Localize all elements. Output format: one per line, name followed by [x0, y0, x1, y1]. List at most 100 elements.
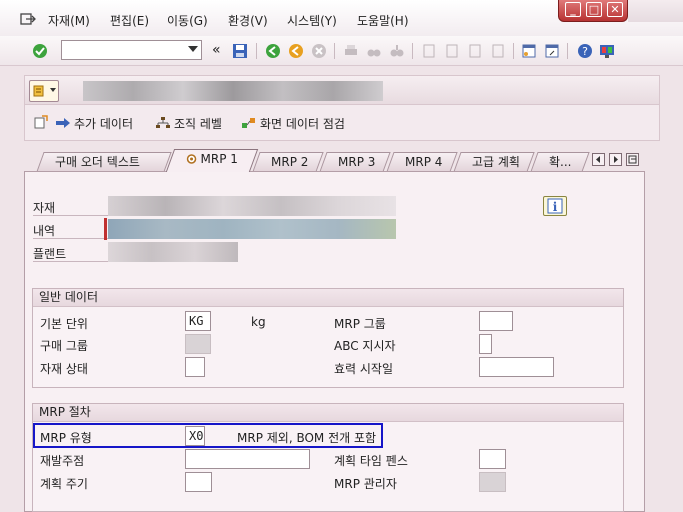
- customize-layout-icon[interactable]: [599, 43, 615, 59]
- toolbar-separator: [513, 43, 514, 59]
- tab-scroll-left-icon[interactable]: [592, 153, 605, 166]
- org-levels-button[interactable]: 조직 레벨: [155, 115, 222, 132]
- command-field[interactable]: [61, 40, 202, 60]
- base-unit-label: 기본 단위: [40, 317, 88, 331]
- window-controls: _ □ ✕: [558, 0, 628, 22]
- planning-cycle-input[interactable]: [185, 472, 212, 492]
- tab-label: MRP 1: [200, 152, 238, 166]
- reorder-point-input[interactable]: [185, 449, 310, 469]
- purchasing-group-input[interactable]: [185, 334, 211, 354]
- cancel-icon[interactable]: [311, 43, 327, 59]
- menu-exit-icon[interactable]: [20, 12, 36, 26]
- tab-label: 구매 오더 텍스트: [55, 155, 140, 169]
- label-underline: [33, 238, 108, 239]
- screen-title-redacted: [83, 81, 383, 101]
- last-page-icon: [492, 44, 504, 58]
- description-value-redacted: [108, 219, 396, 239]
- tab-label: 확...: [549, 155, 572, 169]
- menu-material[interactable]: 자재(M): [48, 12, 90, 29]
- collapse-command-icon[interactable]: «: [212, 42, 221, 58]
- valid-from-input[interactable]: [479, 357, 554, 377]
- tab-strip: 구매 오더 텍스트 MRP 1 MRP 2 MRP 3 MRP 4 고급 계획 …: [24, 149, 660, 172]
- svg-text:i: i: [553, 200, 558, 214]
- active-tab-icon: [186, 154, 197, 164]
- material-status-input[interactable]: [185, 357, 205, 377]
- tab-scroll-right-icon[interactable]: [609, 153, 622, 166]
- title-strip: [628, 0, 683, 22]
- arrow-right-icon: [56, 118, 70, 128]
- tab-advanced-planning[interactable]: 고급 계획: [453, 152, 535, 172]
- org-structure-icon: [156, 117, 170, 128]
- toolbar-separator: [334, 43, 335, 59]
- toolbar-separator: [567, 43, 568, 59]
- menu-system[interactable]: 시스템(Y): [287, 12, 337, 29]
- next-page-icon: [469, 44, 481, 58]
- chevron-down-icon[interactable]: [188, 46, 198, 52]
- planning-time-fence-input[interactable]: [479, 449, 506, 469]
- previous-page-icon: [446, 44, 458, 58]
- abc-indicator-input[interactable]: [479, 334, 492, 354]
- find-next-icon: [390, 45, 404, 57]
- menu-environment[interactable]: 환경(V): [228, 12, 268, 29]
- mrp-group-input[interactable]: [479, 311, 513, 331]
- additional-data-link[interactable]: 추가 데이터: [55, 115, 133, 132]
- planning-cycle-label: 계획 주기: [40, 477, 88, 491]
- mrp-controller-input[interactable]: [479, 472, 506, 492]
- first-page-icon: [423, 44, 435, 58]
- org-levels-label: 조직 레벨: [174, 117, 222, 131]
- screen-title-bar: [24, 75, 660, 105]
- help-icon[interactable]: ?: [577, 43, 593, 59]
- abc-indicator-label: ABC 지시자: [334, 339, 396, 353]
- purchasing-group-label: 구매 그룹: [40, 339, 88, 353]
- exit-icon[interactable]: [288, 43, 304, 59]
- description-label: 내역: [33, 224, 56, 238]
- display-change-button[interactable]: [29, 80, 59, 102]
- menu-help[interactable]: 도움말(H): [357, 12, 409, 29]
- base-unit-input[interactable]: KG: [185, 311, 211, 331]
- material-value-redacted: [108, 196, 396, 216]
- info-button[interactable]: i: [543, 196, 567, 216]
- mrp-type-label: MRP 유형: [40, 431, 92, 445]
- back-icon[interactable]: [265, 43, 281, 59]
- check-screen-data-button[interactable]: 화면 데이터 점검: [241, 115, 345, 132]
- menu-edit[interactable]: 편집(E): [110, 12, 149, 29]
- valid-from-label: 효력 시작일: [334, 362, 394, 376]
- mrp-type-input[interactable]: X0: [185, 426, 205, 446]
- tab-label: MRP 4: [405, 155, 443, 169]
- toolbar-separator: [256, 43, 257, 59]
- chevron-down-icon: [50, 88, 56, 92]
- tab-mrp4[interactable]: MRP 4: [386, 152, 458, 172]
- enter-icon[interactable]: [32, 43, 48, 59]
- check-data-icon: [242, 118, 255, 128]
- application-toolbar: 추가 데이터 조직 레벨 화면 데이터 점검: [24, 105, 660, 141]
- new-session-icon[interactable]: [521, 43, 537, 59]
- material-label: 자재: [33, 201, 56, 215]
- tab-mrp1[interactable]: MRP 1: [165, 149, 259, 172]
- svg-text:?: ?: [582, 45, 588, 58]
- tab-label: MRP 3: [338, 155, 376, 169]
- tab-mrp2[interactable]: MRP 2: [252, 152, 324, 172]
- required-marker: [104, 218, 107, 240]
- close-icon[interactable]: ✕: [607, 2, 623, 17]
- minimize-icon[interactable]: _: [565, 2, 581, 17]
- info-icon: i: [547, 198, 563, 214]
- mrp-controller-label: MRP 관리자: [334, 477, 397, 491]
- base-unit-text: kg: [251, 315, 266, 329]
- tab-mrp3[interactable]: MRP 3: [319, 152, 391, 172]
- menu-goto[interactable]: 이동(G): [167, 12, 208, 29]
- tab-label: 고급 계획: [472, 155, 520, 169]
- tab-list-icon[interactable]: [626, 153, 639, 166]
- print-icon: [345, 45, 357, 55]
- mrp-procedure-title: MRP 절차: [33, 404, 623, 422]
- shortcut-icon[interactable]: [544, 43, 560, 59]
- tab-purchase-order-text[interactable]: 구매 오더 텍스트: [36, 152, 172, 172]
- find-icon: [367, 49, 381, 57]
- toolbar-separator: [412, 43, 413, 59]
- mrp-procedure-group: MRP 절차: [32, 403, 624, 512]
- tab-more[interactable]: 확...: [530, 152, 590, 172]
- additional-data-button[interactable]: [33, 115, 52, 130]
- maximize-icon[interactable]: □: [586, 2, 602, 17]
- additional-data-label: 추가 데이터: [74, 117, 134, 131]
- save-icon[interactable]: [232, 43, 248, 59]
- planning-time-fence-label: 계획 타임 펜스: [334, 454, 408, 468]
